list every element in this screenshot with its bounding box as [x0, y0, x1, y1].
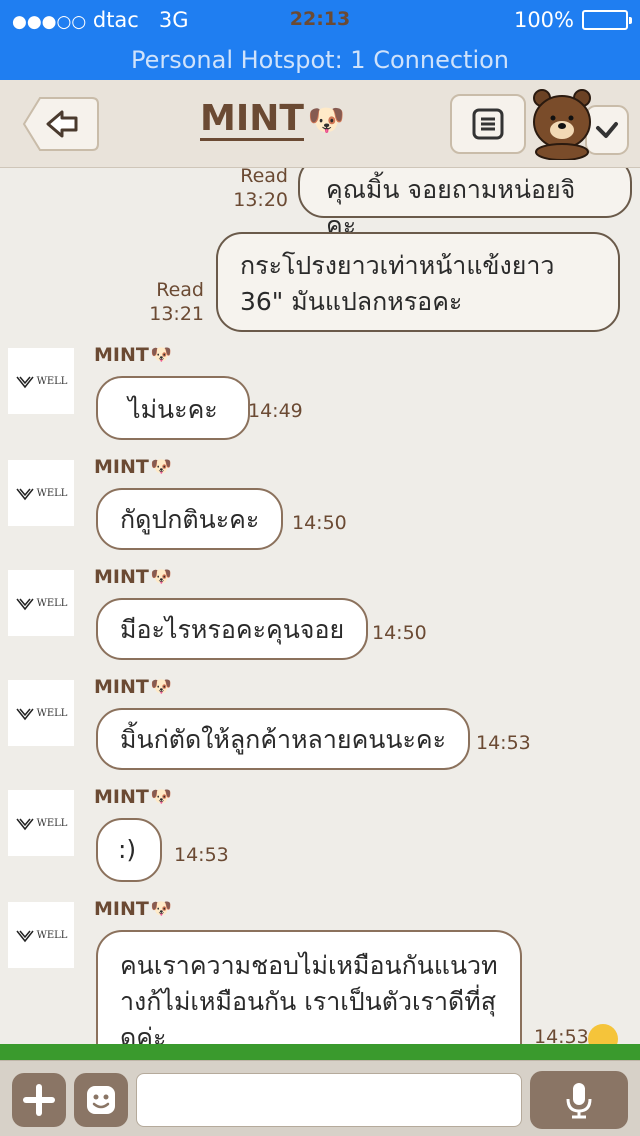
add-attachment-button[interactable] — [12, 1073, 66, 1127]
sender-name-text: MINT — [94, 566, 149, 588]
message-time: 14:49 — [248, 400, 303, 422]
brown-bear-icon — [533, 89, 629, 161]
contact-avatar[interactable]: WELL — [8, 460, 74, 526]
dog-emoji-icon: 🐶 — [150, 345, 173, 365]
hotspot-banner[interactable]: Personal Hotspot: 1 Connection — [0, 40, 640, 80]
voice-message-button[interactable] — [530, 1071, 628, 1129]
sender-name-text: MINT — [94, 456, 149, 478]
message-time: 14:50 — [372, 622, 427, 644]
dog-emoji-icon: 🐶 — [150, 457, 173, 477]
dog-emoji-icon: 🐶 — [150, 567, 173, 587]
outgoing-message-bubble[interactable]: คุณมิ้น จอยถามหน่อยจิคะ — [298, 168, 632, 240]
menu-button[interactable] — [450, 94, 526, 154]
contact-avatar[interactable]: WELL — [8, 348, 74, 414]
dog-emoji-icon: 🐶 — [150, 899, 173, 919]
incoming-message-bubble[interactable]: มิ้นก่ตัดให้ลูกค้าหลายคนนะคะ — [96, 708, 471, 770]
read-label: Read — [240, 168, 288, 187]
message-text: :) — [118, 835, 137, 864]
status-bar: ●●●○○ dtac 3G 22:13 100% — [0, 0, 640, 40]
message-input-bar — [0, 1060, 640, 1136]
back-button[interactable] — [10, 94, 100, 154]
contact-avatar[interactable]: WELL — [8, 570, 74, 636]
sender-name-text: MINT — [94, 344, 149, 366]
avatar-label: WELL — [36, 597, 68, 609]
battery-icon — [582, 10, 632, 30]
plus-icon — [23, 1084, 55, 1116]
incoming-message-bubble[interactable]: มีอะไรหรอคะคุนจอย — [96, 598, 369, 660]
incoming-message-bubble[interactable]: :) — [96, 818, 162, 882]
sender-name: MINT 🐶 — [94, 898, 172, 920]
message-text: คนเราความชอบไม่เหมือนกันแนวทางก้ไม่เหมือ… — [120, 951, 498, 1052]
read-receipt: Read 13:20 — [228, 168, 288, 212]
message-text: มีอะไรหรอคะคุนจอย — [120, 615, 345, 644]
message-input[interactable] — [136, 1073, 522, 1127]
well-logo-icon — [15, 488, 34, 501]
read-label: Read — [156, 279, 204, 301]
avatar-label: WELL — [36, 817, 68, 829]
well-logo-icon — [15, 708, 34, 721]
battery-percent: 100% — [513, 8, 574, 32]
microphone-icon — [566, 1083, 592, 1119]
well-logo-icon — [15, 930, 34, 943]
message-text: ไม่นะคะ — [128, 395, 218, 424]
message-text: กระโปรงยาวเท่าหน้าแข้งยาว 36" มันแปลกหรอ… — [240, 251, 555, 316]
well-logo-icon — [15, 598, 34, 611]
chat-title-text: MINT — [200, 98, 304, 141]
sender-name: MINT 🐶 — [94, 676, 172, 698]
avatar-label: WELL — [36, 929, 68, 941]
chat-log[interactable]: Read 13:20 คุณมิ้น จอยถามหน่อยจิคะ Read … — [0, 168, 640, 1058]
sender-name: MINT 🐶 — [94, 566, 172, 588]
smiley-icon — [87, 1086, 115, 1114]
dog-emoji-icon: 🐶 — [150, 677, 173, 697]
dog-emoji-icon: 🐶 — [307, 103, 346, 138]
read-receipt: Read 13:21 — [144, 278, 204, 326]
back-arrow-icon — [22, 97, 99, 151]
sender-name: MINT 🐶 — [94, 456, 172, 478]
list-icon — [472, 108, 504, 140]
outgoing-message-bubble[interactable]: กระโปรงยาวเท่าหน้าแข้งยาว 36" มันแปลกหรอ… — [216, 232, 620, 332]
message-time: 13:21 — [149, 303, 204, 325]
sender-name: MINT 🐶 — [94, 786, 172, 808]
grass-decoration — [0, 1044, 640, 1060]
message-time: 14:53 — [476, 732, 531, 754]
avatar-label: WELL — [36, 375, 68, 387]
message-time: 13:20 — [233, 189, 288, 211]
incoming-message-bubble[interactable]: ไม่นะคะ — [96, 376, 250, 440]
well-logo-icon — [15, 376, 34, 389]
sticker-menu-button[interactable] — [532, 88, 630, 161]
chat-header: MINT 🐶 — [0, 80, 640, 168]
dog-emoji-icon: 🐶 — [150, 787, 173, 807]
incoming-message-bubble[interactable]: กัดูปกตินะคะ — [96, 488, 284, 550]
message-time: 14:50 — [292, 512, 347, 534]
emoji-button[interactable] — [74, 1073, 128, 1127]
contact-avatar[interactable]: WELL — [8, 680, 74, 746]
sender-name: MINT 🐶 — [94, 344, 172, 366]
contact-avatar[interactable]: WELL — [8, 790, 74, 856]
contact-avatar[interactable]: WELL — [8, 902, 74, 968]
sender-name-text: MINT — [94, 676, 149, 698]
message-time: 14:53 — [174, 844, 229, 866]
sender-name-text: MINT — [94, 786, 149, 808]
well-logo-icon — [15, 818, 34, 831]
battery-indicator: 100% — [513, 8, 632, 32]
sender-name-text: MINT — [94, 898, 149, 920]
avatar-label: WELL — [36, 707, 68, 719]
message-text: มิ้นก่ตัดให้ลูกค้าหลายคนนะคะ — [120, 725, 447, 754]
avatar-label: WELL — [36, 487, 68, 499]
incoming-message-bubble[interactable]: คนเราความชอบไม่เหมือนกันแนวทางก้ไม่เหมือ… — [96, 930, 522, 1058]
message-text: คุณมิ้น จอยถามหน่อยจิคะ — [326, 175, 576, 240]
chat-title[interactable]: MINT 🐶 — [200, 100, 345, 141]
message-text: กัดูปกตินะคะ — [120, 505, 260, 534]
